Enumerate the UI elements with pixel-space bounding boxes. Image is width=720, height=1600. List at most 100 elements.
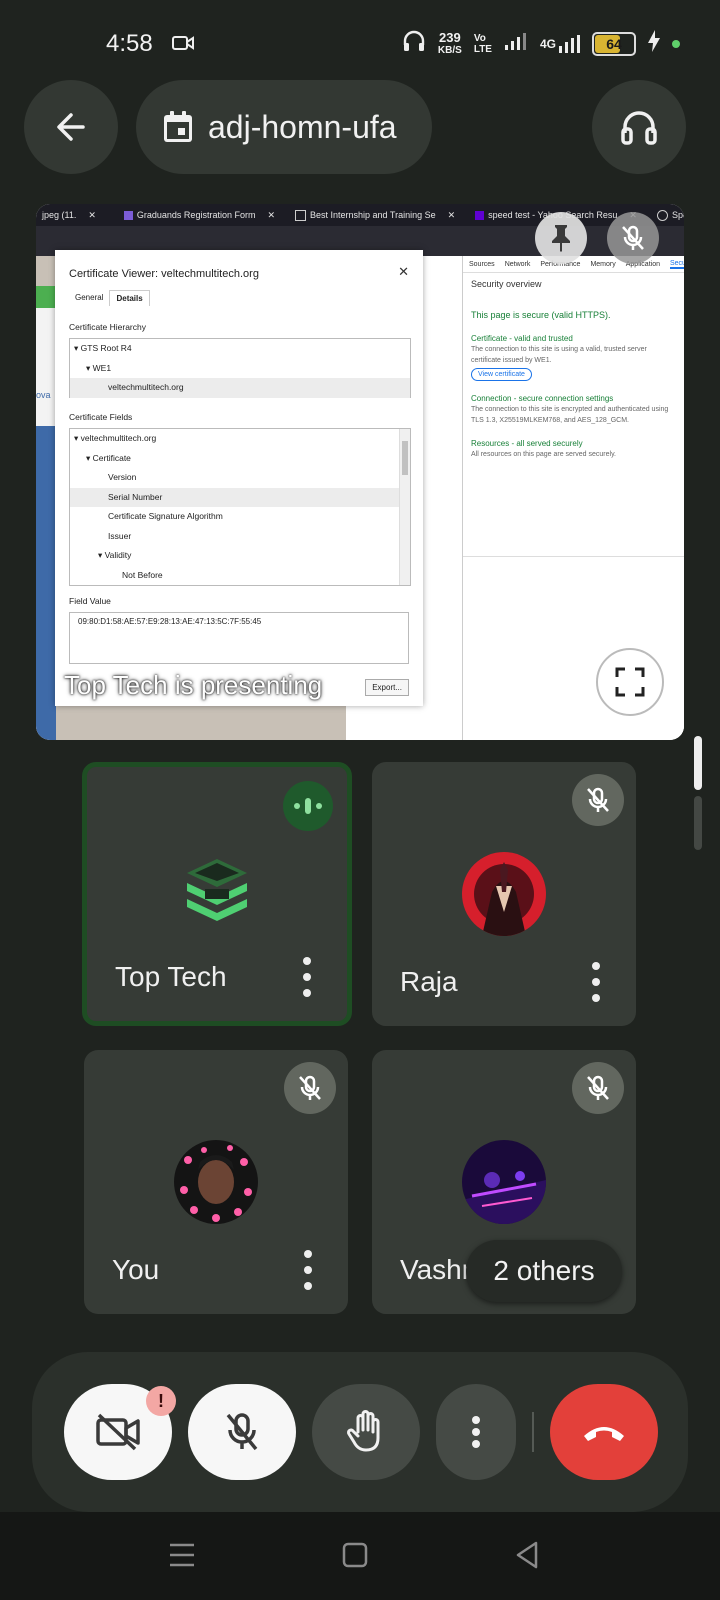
participant-name: Raja: [400, 966, 458, 997]
raise-hand-button[interactable]: [312, 1384, 420, 1480]
resources-desc: All resources on this page are served se…: [471, 451, 616, 458]
fields-tree: ▾ veltechmultitech.org ▾ Certificate Ver…: [69, 428, 411, 586]
others-button[interactable]: 2 others: [466, 1240, 622, 1302]
fullscreen-button[interactable]: [596, 648, 664, 716]
participant-menu-button[interactable]: [295, 957, 319, 997]
close-icon: ✕: [88, 209, 96, 220]
avatar: [175, 847, 259, 931]
tree-item: ▾ veltechmultitech.org: [74, 433, 157, 443]
dialog-title: Certificate Viewer: veltechmultitech.org: [69, 268, 259, 280]
connection-line: Connection - secure connection settings: [471, 394, 614, 403]
connection-desc: The connection to this site is encrypted…: [471, 406, 669, 424]
devtools-tab: Memory: [590, 260, 616, 268]
home-nav-button[interactable]: [342, 1542, 368, 1573]
back-button[interactable]: [24, 80, 118, 174]
browser-tab: jpeg (11. ✕: [36, 210, 110, 221]
mic-off-icon: [226, 1413, 258, 1451]
headphones-icon: [621, 111, 657, 145]
security-heading: Security overview: [471, 279, 542, 289]
certificate-status: Certificate - valid and trusted The conn…: [471, 333, 677, 381]
avatar: [462, 852, 546, 936]
control-divider: [532, 1412, 534, 1452]
participant-name: Top Tech: [115, 961, 227, 992]
end-call-button[interactable]: [550, 1384, 658, 1480]
certificate-viewer-dialog: Certificate Viewer: veltechmultitech.org…: [55, 250, 423, 706]
top-tech-logo: [187, 859, 247, 921]
mobile-signal: 4G: [540, 34, 580, 54]
devtools-lower-area: [463, 556, 684, 740]
field-value-heading: Field Value: [69, 596, 111, 606]
recents-nav-button[interactable]: [168, 1542, 196, 1573]
mic-toggle-button[interactable]: [188, 1384, 296, 1480]
back-nav-button[interactable]: [514, 1540, 540, 1575]
tab-label: Best Internship and Training Se: [310, 210, 436, 220]
volte-indicator: Vo LTE: [474, 33, 492, 55]
hang-up-icon: [584, 1427, 624, 1441]
tree-item: ▾ Certificate: [86, 452, 131, 463]
presenter-muted-indicator: [607, 212, 659, 264]
network-gen: 4G: [539, 36, 556, 51]
more-vert-icon: [472, 1416, 480, 1448]
audio-output-button[interactable]: [592, 80, 686, 174]
avatar-image: [462, 1140, 546, 1224]
certificate-line: Certificate - valid and trusted: [471, 334, 573, 343]
tab-label: Graduands Registration Form: [136, 210, 256, 220]
tree-item: ▾ WE1: [86, 362, 112, 373]
fields-heading: Certificate Fields: [69, 412, 133, 422]
calendar-icon: [164, 111, 192, 142]
close-icon: ✕: [398, 264, 409, 279]
fields-scrollbar: [399, 429, 410, 585]
pin-icon: [552, 225, 570, 252]
headphones-icon: [402, 30, 426, 57]
network-speed: 239 KB/S: [438, 31, 462, 57]
browser-tab: Speedtest by Ookla: [651, 209, 684, 221]
close-icon: ✕: [447, 209, 456, 220]
square-icon: [342, 1542, 368, 1568]
mic-off-badge: [572, 1062, 624, 1114]
participant-tile-top-tech[interactable]: Top Tech: [82, 762, 352, 1026]
speaking-indicator: [283, 781, 333, 831]
tree-item: Issuer: [108, 530, 132, 541]
battery-level: 64: [606, 35, 622, 52]
certificate-desc: The connection to this site is using a v…: [471, 346, 647, 364]
meeting-code-pill[interactable]: adj-homn-ufa: [136, 80, 432, 174]
speed-unit: KB/S: [437, 44, 462, 56]
tree-item: Version: [108, 472, 137, 482]
scroll-indicator-track: [694, 796, 702, 850]
hierarchy-tree: ▾ GTS Root R4 ▾ WE1 veltechmultitech.org: [69, 338, 411, 398]
participant-menu-button[interactable]: [296, 1250, 320, 1290]
security-overview: Security overview This page is secure (v…: [463, 273, 684, 478]
avatar-image: [462, 852, 546, 936]
participant-tile-raja[interactable]: Raja: [372, 762, 636, 1026]
participant-tile-you[interactable]: You: [84, 1050, 348, 1314]
pin-button[interactable]: [535, 212, 587, 264]
participant-menu-button[interactable]: [584, 962, 608, 1002]
browser-tab-bar: jpeg (11. ✕ Graduands Registration Form ✕ …: [36, 204, 684, 226]
status-right-group: 239 KB/S Vo LTE 4G 64: [402, 30, 680, 57]
avatar-image: [174, 1140, 258, 1224]
speedtest-icon: [656, 209, 668, 221]
tab-label: jpeg (11.: [42, 210, 77, 220]
hierarchy-heading: Certificate Hierarchy: [69, 322, 146, 332]
tab-label: Speedtest by Ookla: [671, 210, 684, 220]
browser-tab: Best Internship and Training Se ✕: [289, 209, 469, 221]
devtools-tab: Network: [504, 260, 531, 268]
presentation-screen[interactable]: jpeg (11. ✕ Graduands Registration Form ✕ …: [36, 204, 684, 740]
presenting-label: Top Tech is presenting: [64, 670, 323, 700]
battery-indicator: 64: [592, 31, 636, 56]
yahoo-icon: [475, 210, 485, 220]
fullscreen-icon: [615, 667, 645, 697]
participant-name: You: [112, 1254, 160, 1285]
tab-details: Details: [109, 290, 150, 306]
system-navigation-bar: [0, 1512, 720, 1600]
meeting-code: adj-homn-ufa: [208, 108, 397, 145]
secure-status: This page is secure (valid HTTPS).: [471, 310, 611, 320]
tree-item: ▾ GTS Root R4: [74, 343, 132, 353]
status-time: 4:58: [106, 30, 153, 57]
more-options-button[interactable]: [436, 1384, 516, 1480]
avatar: [462, 1140, 546, 1224]
field-value-box: 09:80:D1:58:AE:57:E9:28:13:AE:47:13:5C:7…: [69, 612, 409, 664]
video-camera-icon: [172, 34, 194, 57]
menu-lines-icon: [170, 1543, 194, 1567]
volte-line1: Vo: [473, 32, 486, 44]
